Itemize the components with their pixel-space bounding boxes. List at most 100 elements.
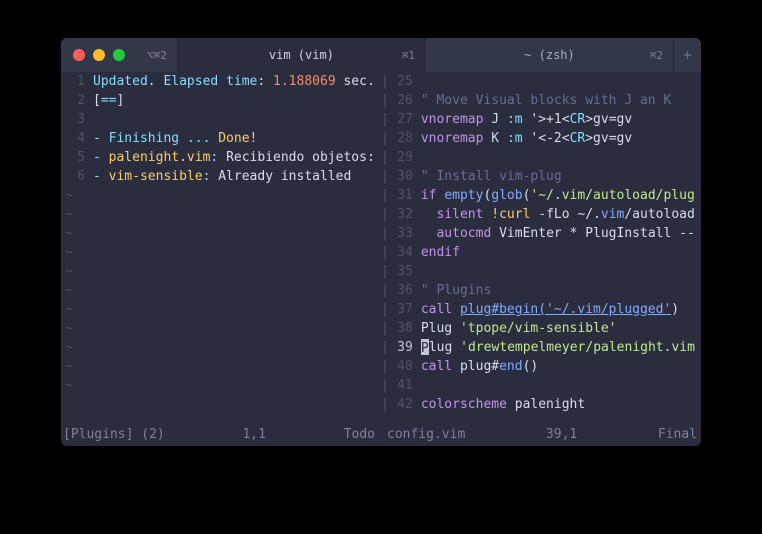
- code-text: [==]: [93, 91, 381, 110]
- tab-vim[interactable]: vim (vim) ⌘1: [177, 38, 425, 72]
- code-text: vnoremap J :m '>+1<CR>gv=gv: [421, 110, 701, 129]
- code-text: " Install vim-plug: [421, 167, 701, 186]
- code-line: 3: [61, 110, 381, 129]
- line-number: 35: [389, 262, 421, 281]
- code-text: call plug#begin('~/.vim/plugged'): [421, 300, 701, 319]
- code-text: Updated. Elapsed time: 1.188069 sec.: [93, 72, 381, 91]
- line-number: 27: [389, 110, 421, 129]
- tab-shortcut: ⌘2: [650, 49, 663, 62]
- line-number: 31: [389, 186, 421, 205]
- code-line: 29: [389, 148, 701, 167]
- code-text: vnoremap K :m '<-2<CR>gv=gv: [421, 129, 701, 148]
- code-text: - palenight.vim: Recibiendo objetos:: [93, 148, 381, 167]
- line-number: 42: [389, 395, 421, 414]
- code-text: " Plugins: [421, 281, 701, 300]
- traffic-lights: [61, 38, 137, 72]
- code-line: 38Plug 'tpope/vim-sensible': [389, 319, 701, 338]
- empty-line: ~: [61, 281, 381, 300]
- line-number: 33: [389, 224, 421, 243]
- line-number: 5: [61, 148, 93, 167]
- line-number: 1: [61, 72, 93, 91]
- code-line: 37call plug#begin('~/.vim/plugged'): [389, 300, 701, 319]
- code-text: Plug 'tpope/vim-sensible': [421, 319, 701, 338]
- status-filename-right: config.vim: [387, 427, 465, 446]
- code-line: 40call plug#end(): [389, 357, 701, 376]
- code-line: 41: [389, 376, 701, 395]
- code-line: 5- palenight.vim: Recibiendo objetos:: [61, 148, 381, 167]
- empty-line: ~: [61, 205, 381, 224]
- line-number: 6: [61, 167, 93, 186]
- titlebar-shortcut-left: ⌥⌘2: [137, 38, 177, 72]
- status-bar: [Plugins] (2) 1,1 Todo config.vim 39,1 F…: [61, 427, 701, 446]
- line-number: 2: [61, 91, 93, 110]
- status-mode-right: Final: [658, 427, 701, 446]
- code-text: colorscheme palenight: [421, 395, 701, 414]
- code-line: 2[==]: [61, 91, 381, 110]
- empty-line: ~: [61, 262, 381, 281]
- code-line: 26" Move Visual blocks with J an K: [389, 91, 701, 110]
- status-pos-right: 39,1: [546, 427, 577, 446]
- code-line: 27vnoremap J :m '>+1<CR>gv=gv: [389, 110, 701, 129]
- line-number: 34: [389, 243, 421, 262]
- status-pos-left: 1,1: [242, 427, 265, 446]
- code-line: 1Updated. Elapsed time: 1.188069 sec.: [61, 72, 381, 91]
- code-line: 36" Plugins: [389, 281, 701, 300]
- line-number: 26: [389, 91, 421, 110]
- code-line: 6- vim-sensible: Already installed: [61, 167, 381, 186]
- empty-line: ~: [61, 300, 381, 319]
- code-line: 35: [389, 262, 701, 281]
- left-pane-plugins[interactable]: 1Updated. Elapsed time: 1.188069 sec.2[=…: [61, 72, 381, 427]
- line-number: 3: [61, 110, 93, 129]
- status-filename-left: [Plugins] (2): [63, 427, 165, 446]
- tab-zsh[interactable]: ~ (zsh) ⌘2: [425, 38, 673, 72]
- line-number: 30: [389, 167, 421, 186]
- code-text: call plug#end(): [421, 357, 701, 376]
- code-line: 28vnoremap K :m '<-2<CR>gv=gv: [389, 129, 701, 148]
- code-text: Plug 'drewtempelmeyer/palenight.vim: [421, 338, 701, 357]
- editor-content: 1Updated. Elapsed time: 1.188069 sec.2[=…: [61, 72, 701, 427]
- tab-label: vim (vim): [178, 48, 425, 62]
- code-line: 4- Finishing ... Done!: [61, 129, 381, 148]
- cursor: P: [421, 339, 429, 355]
- line-number: 25: [389, 72, 421, 91]
- line-number: 39: [389, 338, 421, 357]
- line-number: 38: [389, 319, 421, 338]
- code-text: [93, 110, 381, 129]
- empty-line: ~: [61, 186, 381, 205]
- code-text: - Finishing ... Done!: [93, 129, 381, 148]
- right-pane-config[interactable]: 2526" Move Visual blocks with J an K27vn…: [389, 72, 701, 427]
- empty-line: ~: [61, 357, 381, 376]
- line-number: 29: [389, 148, 421, 167]
- line-number: 36: [389, 281, 421, 300]
- code-text: [421, 262, 701, 281]
- status-mode-left: Todo: [344, 427, 381, 446]
- code-text: autocmd VimEnter * PlugInstall --: [421, 224, 701, 243]
- code-line: 25: [389, 72, 701, 91]
- code-line: 32 silent !curl -fLo ~/.vim/autoload: [389, 205, 701, 224]
- code-line: 31if empty(glob('~/.vim/autoload/plug: [389, 186, 701, 205]
- terminal-window: ⌥⌘2 vim (vim) ⌘1 ~ (zsh) ⌘2 + 1Updated. …: [61, 38, 701, 446]
- code-text: " Move Visual blocks with J an K: [421, 91, 701, 110]
- line-number: 40: [389, 357, 421, 376]
- titlebar: ⌥⌘2 vim (vim) ⌘1 ~ (zsh) ⌘2 +: [61, 38, 701, 72]
- minimize-icon[interactable]: [93, 49, 105, 61]
- line-number: 37: [389, 300, 421, 319]
- code-line: 34endif: [389, 243, 701, 262]
- zoom-icon[interactable]: [113, 49, 125, 61]
- code-line: 39Plug 'drewtempelmeyer/palenight.vim: [389, 338, 701, 357]
- tab-shortcut: ⌘1: [402, 49, 415, 62]
- empty-line: ~: [61, 319, 381, 338]
- close-icon[interactable]: [73, 49, 85, 61]
- empty-line: ~: [61, 224, 381, 243]
- code-text: - vim-sensible: Already installed: [93, 167, 381, 186]
- code-line: 33 autocmd VimEnter * PlugInstall --: [389, 224, 701, 243]
- code-text: silent !curl -fLo ~/.vim/autoload: [421, 205, 701, 224]
- new-tab-button[interactable]: +: [673, 38, 701, 72]
- code-text: [421, 72, 701, 91]
- code-text: if empty(glob('~/.vim/autoload/plug: [421, 186, 701, 205]
- tab-label: ~ (zsh): [426, 48, 673, 62]
- split-divider[interactable]: ||||||||||||||||||: [381, 72, 389, 427]
- code-text: [421, 148, 701, 167]
- line-number: 4: [61, 129, 93, 148]
- empty-line: ~: [61, 338, 381, 357]
